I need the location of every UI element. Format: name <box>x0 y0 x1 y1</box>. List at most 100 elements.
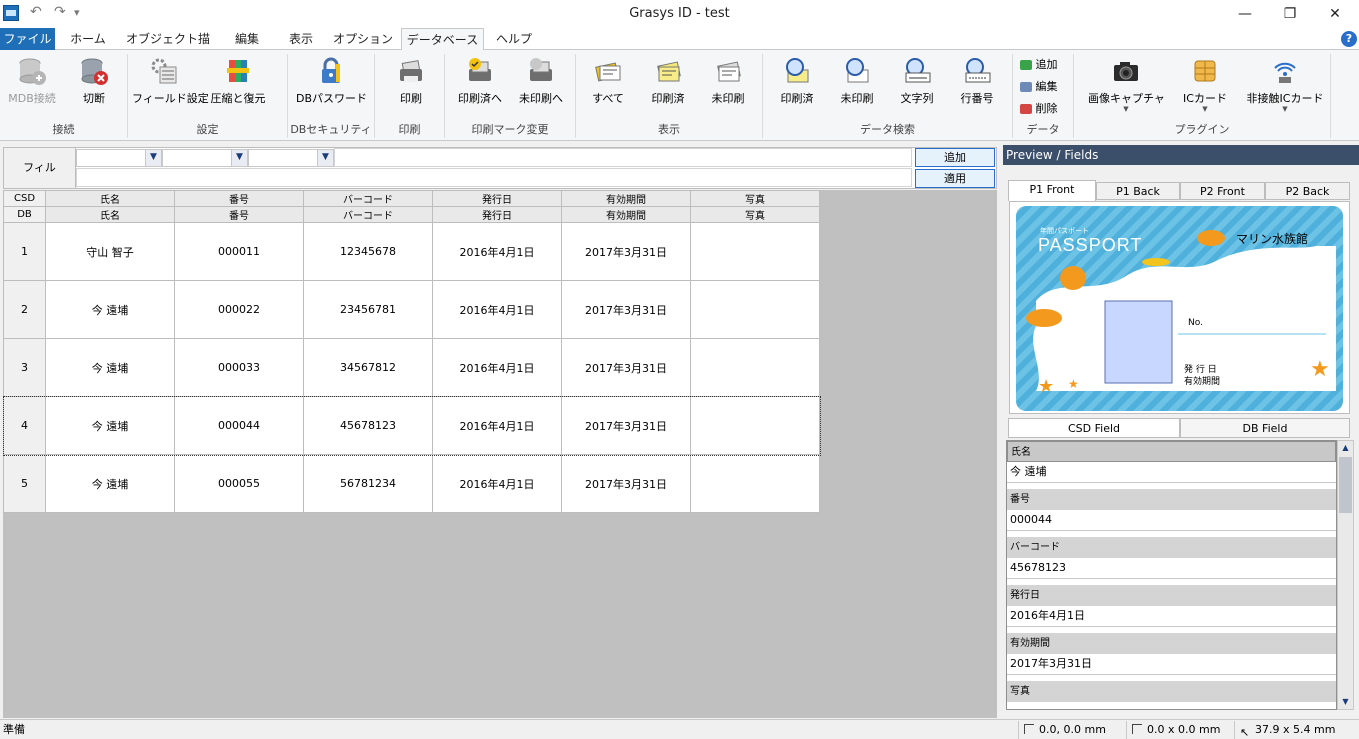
search-unprinted-button[interactable]: 未印刷 <box>832 56 882 118</box>
search-string-button[interactable]: 文字列 <box>892 56 942 118</box>
ic-card-button[interactable]: ICカード ▼ <box>1176 56 1234 118</box>
tab-object-draw[interactable]: オブジェクト描画 <box>122 28 214 68</box>
data-edit-button[interactable]: 編集 <box>1020 78 1066 96</box>
cell-name[interactable]: 今 遠埔 <box>45 454 175 513</box>
field-value-input[interactable]: 45678123 <box>1007 558 1336 579</box>
field-settings-button[interactable]: フィールド設定 <box>132 56 209 118</box>
card-preview[interactable]: ★ ★ ★ 年間パスポート PASSPORT マリン水族館 No. 発 行 日 … <box>1016 206 1343 411</box>
tab-p2-front[interactable]: P2 Front <box>1180 182 1265 200</box>
column-header[interactable]: 有効期間 <box>561 206 691 223</box>
cell-valid[interactable]: 2017年3月31日 <box>561 338 691 397</box>
cell-name[interactable]: 今 遠埔 <box>45 338 175 397</box>
tab-help[interactable]: ヘルプ <box>490 28 538 50</box>
column-header[interactable]: 写真 <box>690 206 820 223</box>
maximize-button[interactable]: ❐ <box>1267 0 1313 28</box>
show-all-button[interactable]: すべて <box>584 56 632 118</box>
cell-valid[interactable]: 2017年3月31日 <box>561 396 691 455</box>
field-value-input[interactable]: 今 遠埔 <box>1007 462 1336 483</box>
tab-p2-back[interactable]: P2 Back <box>1265 182 1350 200</box>
column-header[interactable]: 写真 <box>690 190 820 207</box>
help-icon[interactable]: ? <box>1341 31 1357 47</box>
cell-number[interactable]: 000022 <box>174 280 304 339</box>
scrollbar-thumb[interactable] <box>1339 457 1352 513</box>
field-value-input[interactable]: 000044 <box>1007 510 1336 531</box>
disconnect-button[interactable]: 切断 <box>70 56 118 118</box>
tab-edit[interactable]: 編集 <box>225 28 269 50</box>
field-list-scrollbar[interactable]: ▲ ▼ <box>1337 440 1354 710</box>
cell-barcode[interactable]: 34567812 <box>303 338 433 397</box>
show-printed-button[interactable]: 印刷済 <box>644 56 692 118</box>
tab-p1-back[interactable]: P1 Back <box>1096 182 1180 200</box>
contactless-ic-card-button[interactable]: 非接触ICカード ▼ <box>1244 56 1326 118</box>
tab-database[interactable]: データベース <box>401 28 484 51</box>
cell-issued[interactable]: 2016年4月1日 <box>432 222 562 281</box>
cell-barcode[interactable]: 23456781 <box>303 280 433 339</box>
compress-restore-button[interactable]: 圧縮と復元 <box>206 56 270 118</box>
table-row[interactable]: 1 守山 智子 000011 12345678 2016年4月1日 2017年3… <box>3 222 820 281</box>
cell-photo[interactable] <box>690 280 820 339</box>
tab-home[interactable]: ホーム <box>62 28 114 50</box>
filter-operator-select[interactable]: ▼ <box>162 149 248 167</box>
cell-photo[interactable] <box>690 222 820 281</box>
column-header[interactable]: 有効期間 <box>561 190 691 207</box>
filter-value-input[interactable] <box>334 148 912 167</box>
table-row[interactable]: 5 今 遠埔 000055 56781234 2016年4月1日 2017年3月… <box>3 454 820 513</box>
table-row[interactable]: 4 今 遠埔 000044 45678123 2016年4月1日 2017年3月… <box>2 395 821 456</box>
row-number[interactable]: 4 <box>3 396 46 455</box>
row-number[interactable]: 5 <box>3 454 46 513</box>
column-header[interactable]: 氏名 <box>45 206 175 223</box>
column-header[interactable]: 発行日 <box>432 206 562 223</box>
search-printed-button[interactable]: 印刷済 <box>772 56 822 118</box>
field-value-input[interactable]: 2017年3月31日 <box>1007 654 1336 675</box>
cell-issued[interactable]: 2016年4月1日 <box>432 280 562 339</box>
scroll-up-icon[interactable]: ▲ <box>1338 441 1353 455</box>
scroll-down-icon[interactable]: ▼ <box>1338 695 1353 709</box>
cell-number[interactable]: 000011 <box>174 222 304 281</box>
column-header[interactable]: 発行日 <box>432 190 562 207</box>
column-header[interactable]: 番号 <box>174 190 304 207</box>
cell-photo[interactable] <box>690 454 820 513</box>
tab-file[interactable]: ファイル <box>0 28 55 50</box>
data-add-button[interactable]: 追加 <box>1020 56 1066 74</box>
tab-db-field[interactable]: DB Field <box>1180 418 1350 438</box>
cell-barcode[interactable]: 56781234 <box>303 454 433 513</box>
mark-printed-button[interactable]: 印刷済へ <box>451 56 509 118</box>
image-capture-button[interactable]: 画像キャプチャ ▼ <box>1088 56 1165 118</box>
row-number[interactable]: 3 <box>3 338 46 397</box>
column-header[interactable]: 番号 <box>174 206 304 223</box>
show-unprinted-button[interactable]: 未印刷 <box>704 56 752 118</box>
minimize-button[interactable]: — <box>1222 0 1268 28</box>
cell-number[interactable]: 000055 <box>174 454 304 513</box>
filter-expression-input[interactable] <box>76 168 912 187</box>
column-header[interactable]: 氏名 <box>45 190 175 207</box>
tab-p1-front[interactable]: P1 Front <box>1008 180 1096 201</box>
filter-add-button[interactable]: 追加 <box>915 148 995 167</box>
cell-barcode[interactable]: 45678123 <box>303 396 433 455</box>
cell-issued[interactable]: 2016年4月1日 <box>432 338 562 397</box>
cell-valid[interactable]: 2017年3月31日 <box>561 280 691 339</box>
table-row[interactable]: 2 今 遠埔 000022 23456781 2016年4月1日 2017年3月… <box>3 280 820 339</box>
close-button[interactable]: ✕ <box>1312 0 1358 28</box>
column-header[interactable]: バーコード <box>303 206 433 223</box>
tab-view[interactable]: 表示 <box>280 28 322 50</box>
column-header[interactable]: バーコード <box>303 190 433 207</box>
cell-photo[interactable] <box>690 338 820 397</box>
db-password-button[interactable]: DBパスワード <box>296 56 367 118</box>
cell-name[interactable]: 今 遠埔 <box>45 280 175 339</box>
field-value-input[interactable] <box>1007 702 1336 709</box>
row-number[interactable]: 1 <box>3 222 46 281</box>
filter-condition-select[interactable]: ▼ <box>248 149 334 167</box>
row-number[interactable]: 2 <box>3 280 46 339</box>
filter-apply-button[interactable]: 適用 <box>915 169 995 188</box>
tab-csd-field[interactable]: CSD Field <box>1008 418 1180 438</box>
cell-name[interactable]: 今 遠埔 <box>45 396 175 455</box>
field-value-input[interactable]: 2016年4月1日 <box>1007 606 1336 627</box>
cell-name[interactable]: 守山 智子 <box>45 222 175 281</box>
cell-valid[interactable]: 2017年3月31日 <box>561 454 691 513</box>
data-delete-button[interactable]: 削除 <box>1020 100 1066 118</box>
mdb-connect-button[interactable]: MDB接続 <box>6 56 58 118</box>
mark-unprinted-button[interactable]: 未印刷へ <box>512 56 570 118</box>
cell-number[interactable]: 000033 <box>174 338 304 397</box>
tab-options[interactable]: オプション <box>332 28 394 50</box>
print-button[interactable]: 印刷 <box>386 56 436 118</box>
